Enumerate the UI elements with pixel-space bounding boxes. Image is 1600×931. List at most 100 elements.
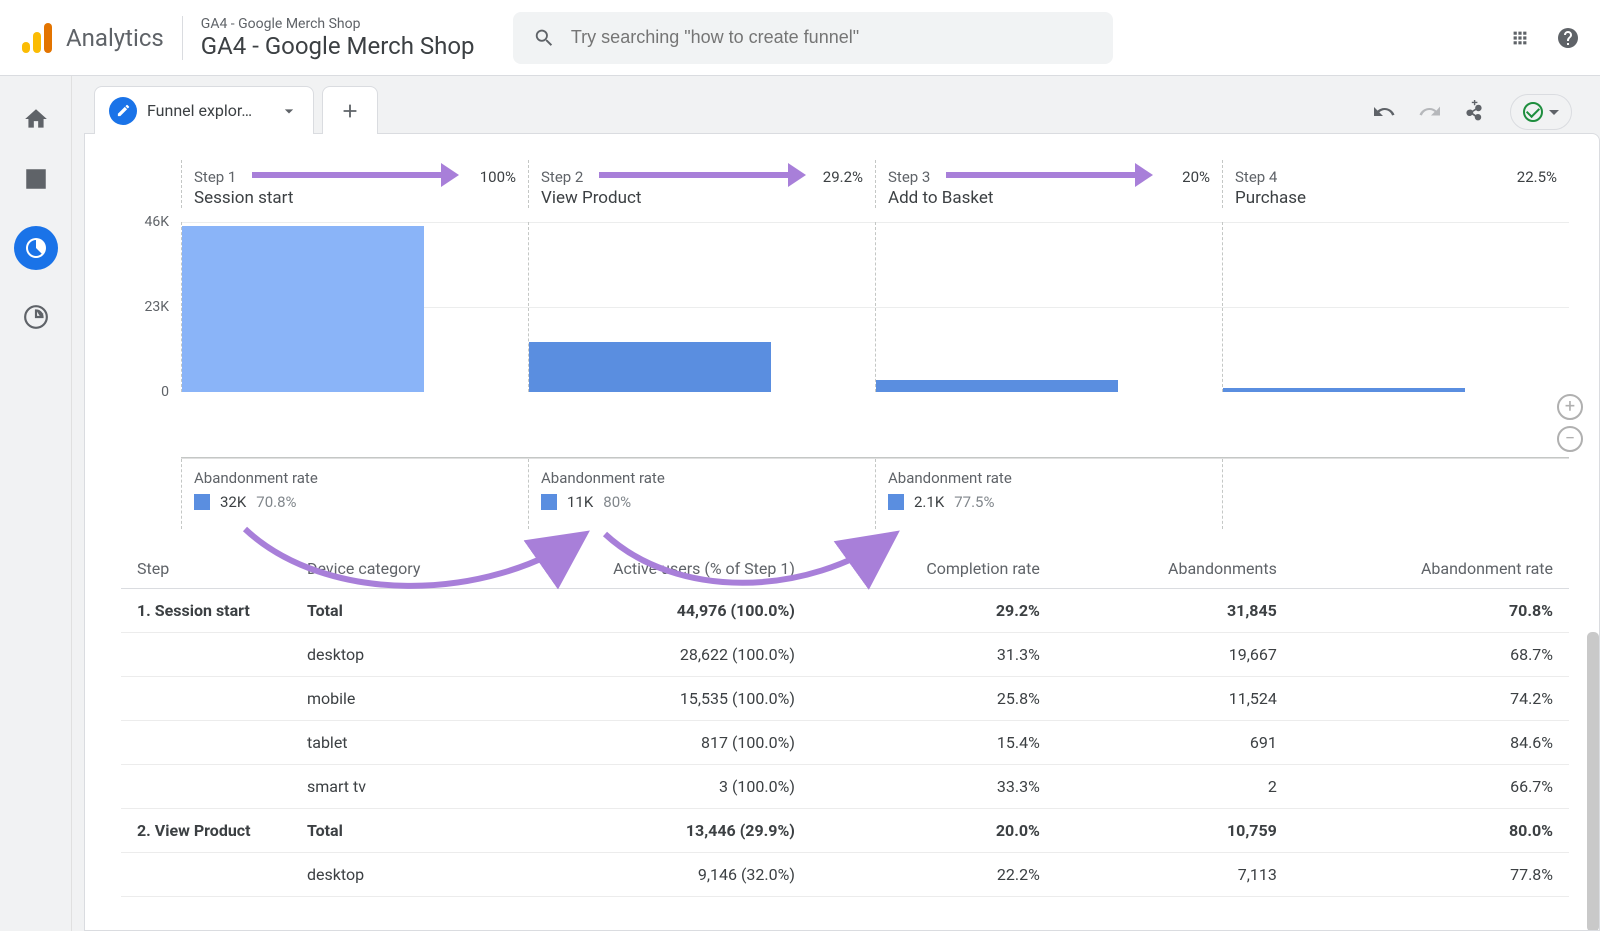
th-active[interactable]: Active users (% of Step 1) — [451, 549, 811, 589]
search-input[interactable] — [571, 27, 1093, 48]
funnel-step-4[interactable]: Step 422.5% Purchase — [1222, 160, 1569, 208]
step-name: Add to Basket — [888, 188, 1210, 208]
step-name: Purchase — [1235, 188, 1557, 208]
abandon-label: Abandonment rate — [888, 469, 1210, 487]
undo-icon[interactable] — [1372, 100, 1396, 124]
step-number: Step 2 — [541, 168, 583, 186]
funnel-step-3[interactable]: Step 3 20% Add to Basket — [875, 160, 1222, 208]
table-cell: 1. Session start — [121, 589, 291, 633]
property-selector[interactable]: GA4 - Google Merch Shop GA4 - Google Mer… — [182, 16, 475, 60]
search-box[interactable] — [513, 12, 1113, 64]
step-pct: 29.2% — [823, 168, 863, 186]
table-cell: 2. View Product — [121, 809, 291, 853]
table-cell: 7,113 — [1056, 853, 1293, 897]
table-row[interactable]: mobile15,535 (100.0%)25.8%11,52474.2% — [121, 677, 1569, 721]
table-row[interactable]: desktop9,146 (32.0%)22.2%7,11377.8% — [121, 853, 1569, 897]
y-tick: 23K — [144, 299, 169, 315]
y-axis: 46K 23K 0 — [121, 208, 181, 458]
arrow-icon — [599, 172, 794, 178]
table-cell: Total — [291, 589, 451, 633]
add-tab-button[interactable] — [322, 86, 378, 134]
scrollbar[interactable] — [1587, 632, 1599, 931]
step-number: Step 1 — [194, 168, 236, 186]
brand-name: Analytics — [66, 24, 164, 52]
bar-step-1[interactable] — [182, 226, 424, 392]
chevron-down-icon[interactable] — [279, 101, 299, 121]
table-cell: 31,845 — [1056, 589, 1293, 633]
abandon-cell-1: Abandonment rate 32K70.8% — [181, 459, 528, 529]
header-actions — [1508, 26, 1580, 50]
analytics-logo-icon — [20, 21, 54, 55]
table-cell: desktop — [291, 853, 451, 897]
th-abandon[interactable]: Abandonments — [1056, 549, 1293, 589]
step-name: Session start — [194, 188, 516, 208]
table-cell: 11,524 — [1056, 677, 1293, 721]
funnel-step-1[interactable]: Step 1100% Session start — [181, 160, 528, 208]
funnel-step-2[interactable]: Step 2 29.2% View Product — [528, 160, 875, 208]
table-row[interactable]: tablet817 (100.0%)15.4%69184.6% — [121, 721, 1569, 765]
table-cell: 74.2% — [1293, 677, 1569, 721]
exploration-panel: Step 1100% Session start Step 2 29.2% Vie… — [84, 133, 1600, 931]
table-row[interactable]: 2. View ProductTotal13,446 (29.9%)20.0%1… — [121, 809, 1569, 853]
home-icon[interactable] — [23, 106, 49, 132]
help-icon[interactable] — [1556, 26, 1580, 50]
abandon-label: Abandonment rate — [541, 469, 863, 487]
table-cell: 817 (100.0%) — [451, 721, 811, 765]
abandon-count: 11K — [567, 493, 593, 511]
arrow-icon — [252, 172, 447, 178]
property-name: GA4 - Google Merch Shop — [201, 32, 475, 60]
table-cell: 66.7% — [1293, 765, 1569, 809]
th-device[interactable]: Device category — [291, 549, 451, 589]
apps-icon[interactable] — [1508, 26, 1532, 50]
abandon-cell-2: Abandonment rate 11K 80% — [528, 459, 875, 529]
table-cell: 84.6% — [1293, 721, 1569, 765]
step-pct: 20% — [1182, 168, 1210, 186]
reports-icon[interactable] — [23, 166, 49, 192]
bar-step-4[interactable] — [1223, 388, 1465, 392]
panel-actions — [1372, 94, 1572, 130]
table-cell: 44,976 (100.0%) — [451, 589, 811, 633]
exploration-tabs: Funnel explor… — [94, 86, 378, 134]
advertising-icon[interactable] — [23, 304, 49, 330]
table-cell: mobile — [291, 677, 451, 721]
step-number: Step 4 — [1235, 168, 1277, 186]
table-cell: 22.2% — [811, 853, 1056, 897]
table-cell — [121, 677, 291, 721]
table-cell — [121, 853, 291, 897]
app-header: Analytics GA4 - Google Merch Shop GA4 - … — [0, 0, 1600, 76]
th-completion[interactable]: Completion rate — [811, 549, 1056, 589]
table-cell — [121, 633, 291, 677]
table-row[interactable]: smart tv3 (100.0%)33.3%266.7% — [121, 765, 1569, 809]
table-row[interactable]: 1. Session startTotal44,976 (100.0%)29.2… — [121, 589, 1569, 633]
abandon-count: 32K — [220, 493, 246, 511]
step-name: View Product — [541, 188, 863, 208]
table-cell: Total — [291, 809, 451, 853]
table-cell: 3 (100.0%) — [451, 765, 811, 809]
content-area: Funnel explor… — [72, 76, 1600, 931]
tab-funnel-exploration[interactable]: Funnel explor… — [94, 86, 314, 134]
abandon-pct: 80% — [603, 493, 631, 511]
table-cell: 2 — [1056, 765, 1293, 809]
table-cell: 31.3% — [811, 633, 1056, 677]
zoom-out-button[interactable]: − — [1557, 426, 1583, 452]
table-row[interactable]: desktop28,622 (100.0%)31.3%19,66768.7% — [121, 633, 1569, 677]
funnel-table: Step Device category Active users (% of … — [121, 549, 1569, 897]
redo-icon[interactable] — [1418, 100, 1442, 124]
y-tick: 46K — [144, 214, 169, 230]
th-abandonrate[interactable]: Abandonment rate — [1293, 549, 1569, 589]
bar-step-2[interactable] — [529, 342, 771, 392]
table-cell: 10,759 — [1056, 809, 1293, 853]
abandon-cell-3: Abandonment rate 2.1K77.5% — [875, 459, 1222, 529]
explore-icon[interactable] — [14, 226, 58, 270]
share-icon[interactable] — [1464, 100, 1488, 124]
zoom-in-button[interactable]: + — [1557, 394, 1583, 420]
table-cell: desktop — [291, 633, 451, 677]
sample-status[interactable] — [1510, 94, 1572, 130]
bar-step-3[interactable] — [876, 380, 1118, 392]
abandon-pct: 77.5% — [954, 493, 994, 511]
legend-swatch — [541, 494, 557, 510]
th-step[interactable]: Step — [121, 549, 291, 589]
chevron-down-icon — [1549, 110, 1559, 115]
step-number: Step 3 — [888, 168, 930, 186]
table-cell: 80.0% — [1293, 809, 1569, 853]
